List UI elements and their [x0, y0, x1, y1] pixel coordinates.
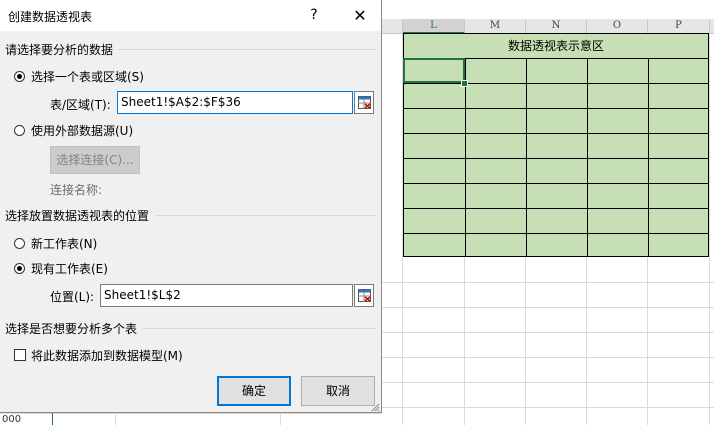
- sheet-row-partial: [0, 413, 382, 426]
- pivot-area-title: 数据透视表示意区: [404, 34, 708, 59]
- connection-name-label: 连接名称:: [50, 183, 103, 197]
- column-header-o[interactable]: O: [587, 19, 648, 34]
- add-to-data-model-checkbox[interactable]: [14, 349, 26, 361]
- radio-external-source[interactable]: [14, 125, 25, 136]
- ok-button[interactable]: 确定: [217, 376, 291, 406]
- range-label: 表/区域(T):: [50, 98, 111, 112]
- close-icon[interactable]: ✕: [343, 0, 377, 31]
- resize-grip-icon[interactable]: [371, 403, 380, 412]
- section-divider: [142, 328, 376, 329]
- range-picker-icon[interactable]: [354, 91, 374, 114]
- gridline: [115, 413, 116, 425]
- gridline: [382, 282, 714, 283]
- pivot-gridline: [404, 233, 708, 234]
- section-divider: [118, 49, 376, 50]
- cancel-button[interactable]: 取消: [301, 376, 375, 406]
- range-picker-icon[interactable]: [354, 284, 374, 307]
- radio-new-sheet[interactable]: [14, 238, 25, 249]
- column-header-n[interactable]: N: [526, 19, 587, 34]
- column-header-p[interactable]: P: [648, 19, 710, 34]
- pivot-gridline: [404, 108, 708, 109]
- dialog-title: 创建数据透视表: [8, 10, 93, 24]
- option-table-range-label[interactable]: 选择一个表或区域(S): [31, 68, 144, 85]
- add-to-data-model-label[interactable]: 将此数据添加到数据模型(M): [31, 347, 183, 364]
- create-pivot-table-dialog: 创建数据透视表 ? ✕ 请选择要分析的数据 选择一个表或区域(S) 表/区域(T…: [0, 0, 382, 413]
- gridline: [382, 357, 714, 358]
- section-label-multi: 选择是否想要分析多个表: [5, 322, 138, 336]
- section-label-location: 选择放置数据透视表的位置: [5, 209, 150, 223]
- selected-cell-l3[interactable]: [403, 58, 465, 83]
- column-header-k[interactable]: [382, 19, 403, 34]
- pivot-gridline: [404, 133, 708, 134]
- gridline: [382, 382, 714, 383]
- gridline: [382, 307, 714, 308]
- fill-handle[interactable]: [461, 80, 468, 87]
- section-divider: [155, 215, 376, 216]
- gridline: [382, 332, 714, 333]
- column-header-l[interactable]: L: [403, 19, 465, 34]
- choose-connection-button[interactable]: 选择连接(C)...: [50, 146, 140, 174]
- location-input[interactable]: Sheet1!$L$2: [100, 284, 353, 307]
- option-external-source-label[interactable]: 使用外部数据源(U): [31, 122, 133, 139]
- column-header-m[interactable]: M: [465, 19, 526, 34]
- pivot-gridline: [404, 183, 708, 184]
- option-existing-sheet-label[interactable]: 现有工作表(E): [31, 260, 108, 277]
- dialog-titlebar[interactable]: 创建数据透视表 ? ✕: [0, 0, 381, 31]
- radio-existing-sheet[interactable]: [14, 263, 25, 274]
- gridline: [382, 407, 714, 408]
- section-label-source: 请选择要分析的数据: [5, 43, 114, 57]
- location-label: 位置(L):: [50, 290, 95, 304]
- column-header-q[interactable]: [710, 19, 714, 34]
- option-new-sheet-label[interactable]: 新工作表(N): [31, 235, 97, 252]
- gridline: [280, 413, 281, 425]
- help-icon[interactable]: ?: [298, 0, 330, 31]
- pivot-gridline: [404, 83, 708, 84]
- range-input[interactable]: Sheet1!$A$2:$F$36: [117, 91, 353, 114]
- pivot-gridline: [404, 208, 708, 209]
- radio-table-range[interactable]: [14, 71, 25, 82]
- gridline: [52, 413, 53, 425]
- pivot-gridline: [404, 158, 708, 159]
- row-number-label: 000: [2, 414, 22, 425]
- gridline: [709, 33, 710, 425]
